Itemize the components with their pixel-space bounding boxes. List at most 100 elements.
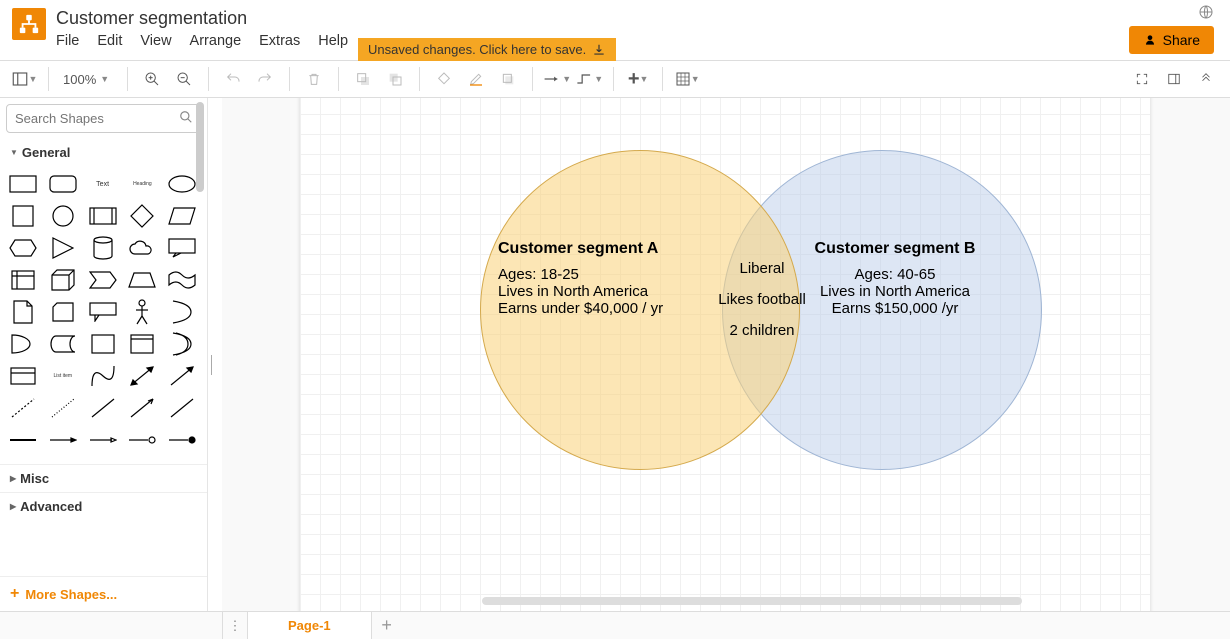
palette-section-misc[interactable]: ▶Misc xyxy=(0,464,207,492)
shape-connector-1[interactable] xyxy=(6,426,40,454)
segment-a-line: Ages: 18-25 xyxy=(498,266,708,283)
palette-section-general[interactable]: ▼General xyxy=(0,139,207,166)
segment-b-text[interactable]: Customer segment B Ages: 40-65 Lives in … xyxy=(780,240,1010,317)
shape-container[interactable] xyxy=(86,330,120,358)
collapse-button[interactable] xyxy=(1192,65,1220,93)
venn-diagram[interactable]: Customer segment A Ages: 18-25 Lives in … xyxy=(480,150,1040,490)
shape-rectangle[interactable] xyxy=(6,170,40,198)
page-tab-label: Page-1 xyxy=(288,618,331,633)
sidebar-scrollbar[interactable] xyxy=(196,102,204,192)
shape-cube[interactable] xyxy=(46,266,80,294)
shape-connector-4[interactable] xyxy=(125,426,159,454)
shape-diamond[interactable] xyxy=(125,202,159,230)
page-tab-menu-button[interactable]: ⋮ xyxy=(222,612,248,639)
shape-heading[interactable]: Heading xyxy=(125,170,159,198)
shape-cylinder[interactable] xyxy=(86,234,120,262)
menu-help[interactable]: Help xyxy=(318,33,348,49)
shape-half-circle[interactable] xyxy=(6,330,40,358)
fullscreen-button[interactable] xyxy=(1128,65,1156,93)
shape-process[interactable] xyxy=(86,202,120,230)
shape-triangle[interactable] xyxy=(46,234,80,262)
menu-file[interactable]: File xyxy=(56,33,79,49)
redo-button[interactable] xyxy=(251,65,279,93)
shape-link[interactable] xyxy=(165,394,199,422)
shape-hexagon[interactable] xyxy=(6,234,40,262)
insert-button[interactable]: +▼ xyxy=(624,65,652,93)
shape-circle[interactable] xyxy=(46,202,80,230)
menu-view[interactable]: View xyxy=(140,33,171,49)
menu-edit[interactable]: Edit xyxy=(97,33,122,49)
shape-step[interactable] xyxy=(86,266,120,294)
app-logo[interactable] xyxy=(12,8,46,40)
page-tab[interactable]: Page-1 xyxy=(248,612,372,639)
zoom-dropdown[interactable]: 100% ▼ xyxy=(59,72,117,87)
canvas-horizontal-scrollbar[interactable] xyxy=(482,597,1022,605)
shape-cloud[interactable] xyxy=(125,234,159,262)
panel-right-icon xyxy=(1167,72,1181,86)
shape-note[interactable] xyxy=(6,298,40,326)
segment-b-line: Earns $150,000 /yr xyxy=(780,300,1010,317)
canvas[interactable]: Customer segment A Ages: 18-25 Lives in … xyxy=(222,98,1230,611)
menu-extras[interactable]: Extras xyxy=(259,33,300,49)
to-front-button[interactable] xyxy=(349,65,377,93)
shape-card[interactable] xyxy=(46,298,80,326)
sidebar-toggle-button[interactable]: ▼ xyxy=(10,65,38,93)
shape-arrow-open[interactable] xyxy=(125,394,159,422)
download-icon xyxy=(592,43,606,57)
search-icon xyxy=(179,110,193,127)
format-panel-toggle[interactable] xyxy=(1160,65,1188,93)
shape-dotted-line[interactable] xyxy=(46,394,80,422)
shape-text[interactable]: Text xyxy=(86,170,120,198)
segment-a-text[interactable]: Customer segment A Ages: 18-25 Lives in … xyxy=(498,240,708,317)
unsaved-changes-banner[interactable]: Unsaved changes. Click here to save. xyxy=(358,38,616,61)
undo-icon xyxy=(225,71,241,87)
shape-connector-5[interactable] xyxy=(165,426,199,454)
shape-internal-storage[interactable] xyxy=(6,266,40,294)
share-button[interactable]: Share xyxy=(1129,26,1214,54)
palette-section-advanced[interactable]: ▶Advanced xyxy=(0,492,207,520)
shape-arrow[interactable] xyxy=(165,362,199,390)
more-shapes-button[interactable]: + More Shapes... xyxy=(0,576,207,611)
to-back-button[interactable] xyxy=(381,65,409,93)
shape-rounded-rectangle[interactable] xyxy=(46,170,80,198)
zoom-in-button[interactable] xyxy=(138,65,166,93)
line-color-button[interactable] xyxy=(462,65,490,93)
shape-or[interactable] xyxy=(165,298,199,326)
search-shapes-input[interactable] xyxy=(6,104,201,133)
add-page-button[interactable]: + xyxy=(372,612,402,639)
language-button[interactable] xyxy=(1198,4,1214,23)
table-button[interactable]: ▼ xyxy=(673,65,701,93)
shape-list[interactable] xyxy=(6,362,40,390)
shape-data-storage[interactable] xyxy=(46,330,80,358)
fill-color-button[interactable] xyxy=(430,65,458,93)
zoom-out-button[interactable] xyxy=(170,65,198,93)
shape-actor[interactable] xyxy=(125,298,159,326)
shape-list-item[interactable]: List item xyxy=(46,362,80,390)
shape-connector-3[interactable] xyxy=(86,426,120,454)
segment-a-line: Earns under $40,000 / yr xyxy=(498,300,708,317)
undo-button[interactable] xyxy=(219,65,247,93)
shape-curve[interactable] xyxy=(86,362,120,390)
shape-callout2[interactable] xyxy=(86,298,120,326)
shape-parallelogram[interactable] xyxy=(165,202,199,230)
shape-callout[interactable] xyxy=(165,234,199,262)
shapes-sidebar: ▼General Text Heading xyxy=(0,98,208,611)
canvas-page[interactable]: Customer segment A Ages: 18-25 Lives in … xyxy=(300,98,1150,611)
shape-arrow-both[interactable] xyxy=(125,362,159,390)
sidebar-splitter[interactable] xyxy=(208,98,222,611)
shape-trapezoid[interactable] xyxy=(125,266,159,294)
shadow-button[interactable] xyxy=(494,65,522,93)
shape-square[interactable] xyxy=(6,202,40,230)
shape-frame[interactable] xyxy=(125,330,159,358)
waypoint-style-button[interactable]: ▼ xyxy=(575,65,603,93)
shape-dashed-line[interactable] xyxy=(6,394,40,422)
shape-line[interactable] xyxy=(86,394,120,422)
shape-ellipse[interactable] xyxy=(165,170,199,198)
menu-arrange[interactable]: Arrange xyxy=(190,33,242,49)
shape-connector-2[interactable] xyxy=(46,426,80,454)
delete-button[interactable] xyxy=(300,65,328,93)
shape-tape[interactable] xyxy=(165,266,199,294)
document-title[interactable]: Customer segmentation xyxy=(56,6,348,33)
connection-style-button[interactable]: ▼ xyxy=(543,65,571,93)
shape-xor[interactable] xyxy=(165,330,199,358)
